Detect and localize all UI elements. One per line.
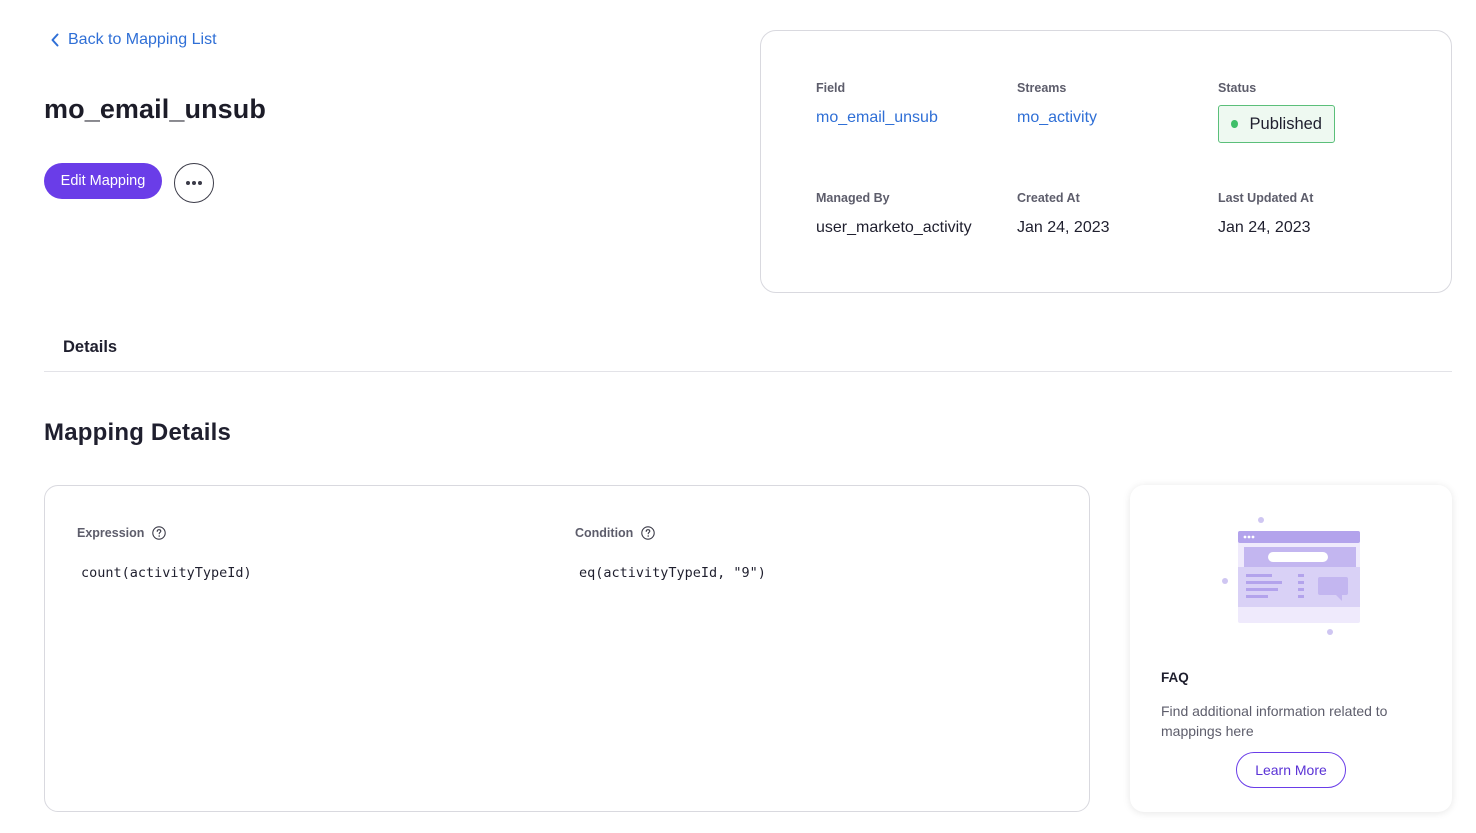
- tab-bar: Details: [44, 328, 1452, 372]
- faq-title: FAQ: [1161, 670, 1189, 685]
- expression-column: Expression count(activityTypeId): [77, 526, 252, 581]
- status-value: Published: [1249, 114, 1322, 133]
- condition-value: eq(activityTypeId, "9"): [579, 565, 766, 581]
- streams-label: Streams: [1017, 81, 1067, 95]
- tab-details[interactable]: Details: [63, 338, 117, 357]
- created-at-cell: Created At Jan 24, 2023: [1017, 191, 1110, 237]
- managed-by-label: Managed By: [816, 191, 890, 205]
- condition-label: Condition: [575, 526, 634, 540]
- expression-label: Expression: [77, 526, 145, 540]
- learn-more-button[interactable]: Learn More: [1236, 752, 1346, 788]
- status-cell: Status Published: [1218, 81, 1335, 143]
- back-link-label: Back to Mapping List: [68, 31, 217, 48]
- page-title: mo_email_unsub: [44, 94, 266, 124]
- back-to-mapping-list-link[interactable]: Back to Mapping List: [50, 31, 217, 49]
- expression-value: count(activityTypeId): [81, 565, 252, 581]
- chevron-left-icon: [51, 33, 59, 47]
- faq-card: FAQ Find additional information related …: [1130, 485, 1452, 812]
- field-label: Field: [816, 81, 846, 95]
- field-cell: Field mo_email_unsub: [816, 81, 938, 127]
- last-updated-label: Last Updated At: [1218, 191, 1314, 205]
- condition-header: Condition: [575, 526, 766, 540]
- status-badge: Published: [1218, 105, 1335, 143]
- streams-link[interactable]: mo_activity: [1017, 109, 1097, 127]
- help-circle-icon[interactable]: [641, 526, 656, 540]
- edit-mapping-button[interactable]: Edit Mapping: [44, 163, 162, 199]
- last-updated-cell: Last Updated At Jan 24, 2023: [1218, 191, 1313, 237]
- created-at-label: Created At: [1017, 191, 1080, 205]
- help-circle-icon[interactable]: [152, 526, 167, 540]
- mapping-detail-page: Back to Mapping List mo_email_unsub Edit…: [0, 0, 1476, 833]
- more-options-button[interactable]: [174, 163, 214, 203]
- mapping-details-card: Expression count(activityTypeId) Conditi…: [44, 485, 1090, 812]
- created-at-value: Jan 24, 2023: [1017, 219, 1110, 236]
- faq-description: Find additional information related to m…: [1161, 703, 1388, 739]
- expression-header: Expression: [77, 526, 252, 540]
- status-dot-icon: [1231, 120, 1238, 128]
- streams-cell: Streams mo_activity: [1017, 81, 1097, 127]
- mapping-info-card: Field mo_email_unsub Streams mo_activity…: [760, 30, 1452, 293]
- section-title: Mapping Details: [44, 419, 232, 446]
- condition-column: Condition eq(activityTypeId, "9"): [575, 526, 766, 581]
- faq-illustration: [1222, 517, 1360, 635]
- field-link[interactable]: mo_email_unsub: [816, 109, 938, 127]
- status-label: Status: [1218, 81, 1257, 95]
- more-horizontal-icon: [186, 181, 202, 185]
- last-updated-value: Jan 24, 2023: [1218, 219, 1311, 236]
- managed-by-value: user_marketo_activity: [816, 219, 972, 236]
- managed-by-cell: Managed By user_marketo_activity: [816, 191, 972, 237]
